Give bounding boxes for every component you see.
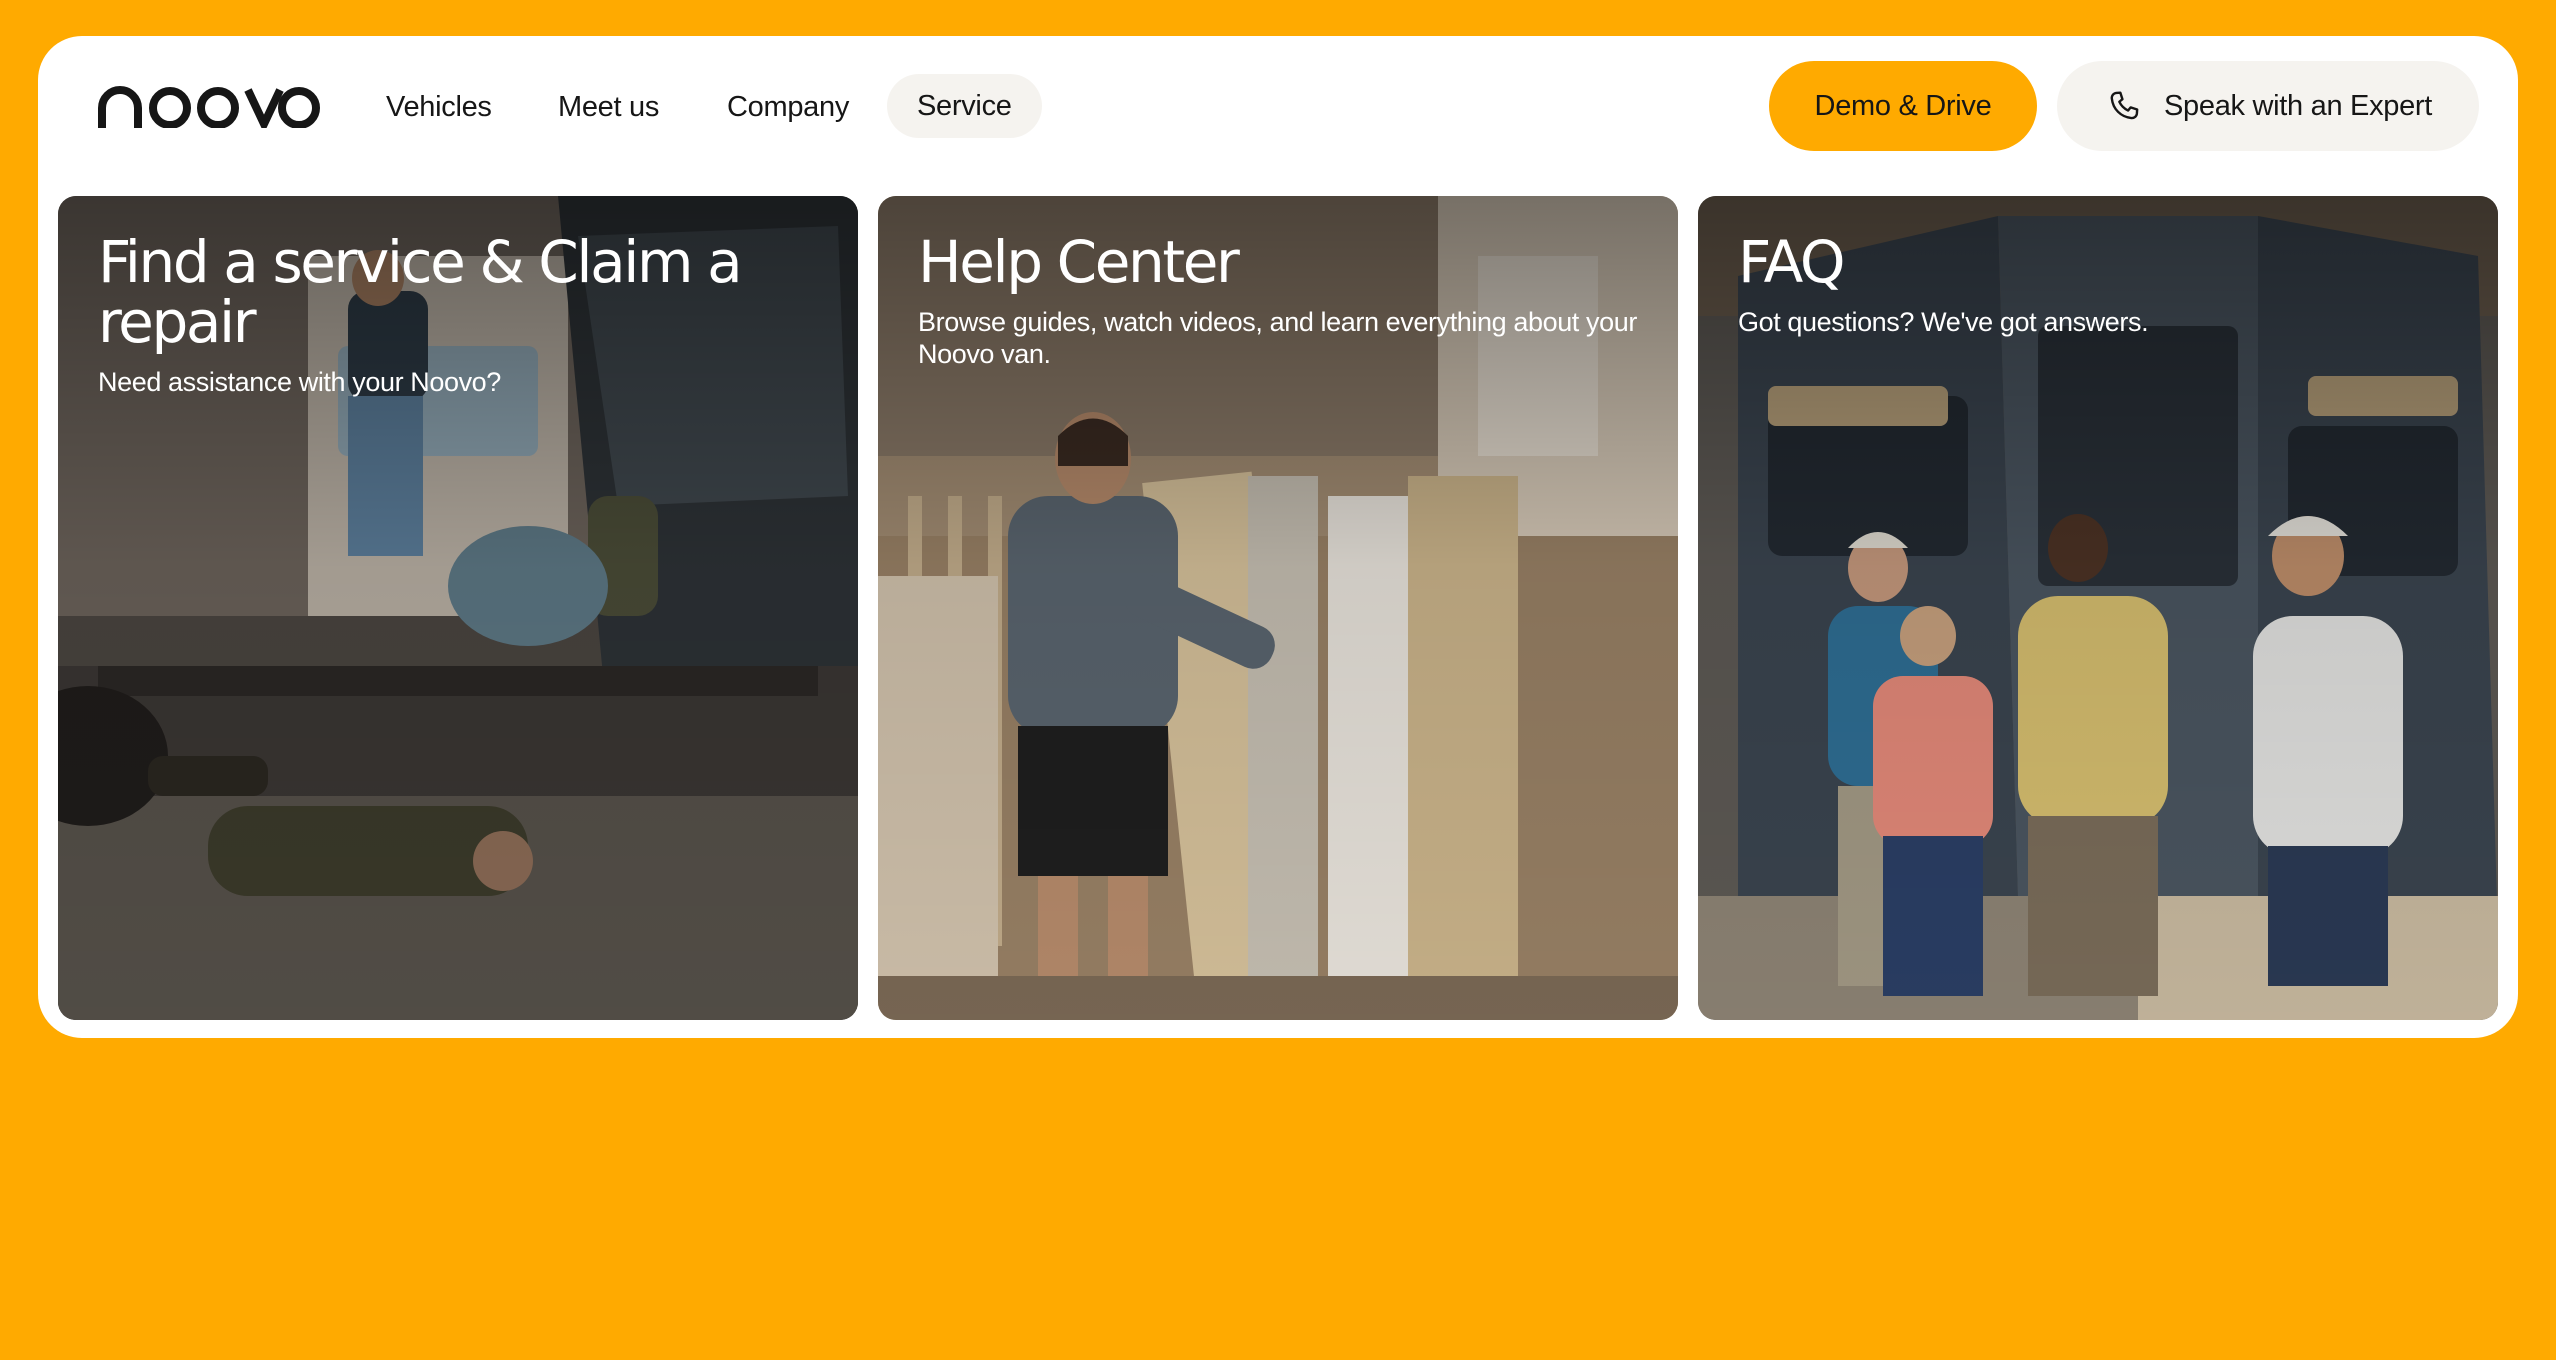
card-text: FAQ Got questions? We've got answers. xyxy=(1738,232,2458,338)
speak-with-expert-label: Speak with an Expert xyxy=(2164,90,2433,122)
card-subtitle: Need assistance with your Noovo? xyxy=(98,367,501,397)
nav-meet-us[interactable]: Meet us xyxy=(558,84,659,130)
card-title: FAQ xyxy=(1738,228,1846,296)
card-find-service[interactable]: Find a service & Claim a repair Need ass… xyxy=(58,196,858,1020)
card-help-center[interactable]: Help Center Browse guides, watch videos,… xyxy=(878,196,1678,1020)
card-text: Find a service & Claim a repair Need ass… xyxy=(98,232,818,398)
card-subtitle: Got questions? We've got answers. xyxy=(1738,307,2149,337)
card-faq[interactable]: FAQ Got questions? We've got answers. xyxy=(1698,196,2498,1020)
nav-vehicles[interactable]: Vehicles xyxy=(386,84,492,130)
card-subtitle: Browse guides, watch videos, and learn e… xyxy=(918,307,1637,369)
service-menu-panel: noovo Vehicles Meet us Company Service D… xyxy=(38,36,2518,1038)
card-title: Find a service & Claim a repair xyxy=(98,228,743,356)
speak-with-expert-button[interactable]: Speak with an Expert xyxy=(2057,61,2479,151)
demo-drive-button[interactable]: Demo & Drive xyxy=(1769,61,2037,151)
phone-icon xyxy=(2110,91,2139,120)
nav-company[interactable]: Company xyxy=(727,84,849,130)
nav-service[interactable]: Service xyxy=(887,74,1042,138)
card-title: Help Center xyxy=(918,228,1240,296)
noovo-logo[interactable]: noovo xyxy=(98,84,320,128)
card-text: Help Center Browse guides, watch videos,… xyxy=(918,232,1638,370)
